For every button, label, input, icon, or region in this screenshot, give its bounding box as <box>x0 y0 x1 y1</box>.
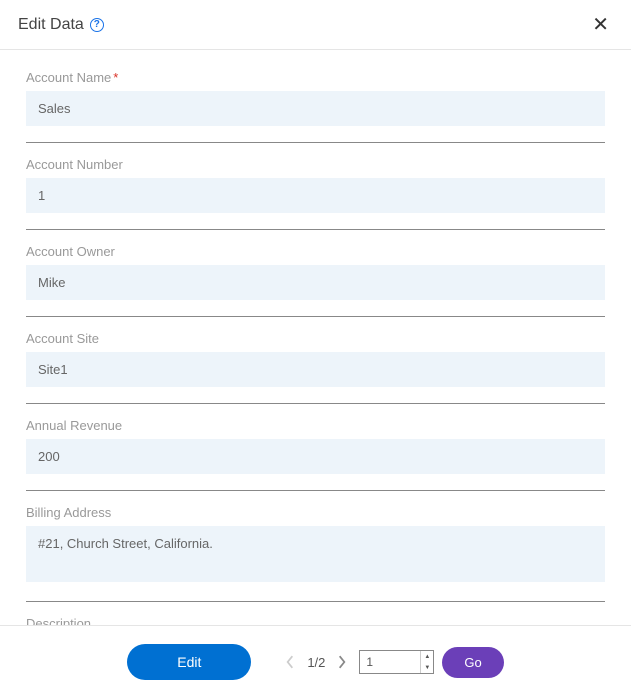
dialog-header: Edit Data ? ✕ <box>0 0 631 50</box>
help-icon[interactable]: ? <box>90 18 104 32</box>
field-label: Account Name* <box>26 70 605 85</box>
form-content: Account Name* Account Number Account Own… <box>0 50 631 625</box>
page-up-icon[interactable]: ▲ <box>421 651 433 662</box>
spinner-buttons: ▲ ▼ <box>420 651 433 673</box>
annual-revenue-input[interactable] <box>26 439 605 474</box>
prev-page-icon[interactable] <box>281 651 299 673</box>
header-left: Edit Data ? <box>18 16 104 34</box>
field-account-name: Account Name* <box>26 70 605 143</box>
field-account-site: Account Site <box>26 331 605 404</box>
field-label: Account Number <box>26 157 605 172</box>
field-description: Description <box>26 616 605 625</box>
page-number-stepper[interactable]: ▲ ▼ <box>359 650 434 674</box>
field-account-number: Account Number <box>26 157 605 230</box>
field-label: Account Owner <box>26 244 605 259</box>
billing-address-input[interactable] <box>26 526 605 582</box>
edit-button[interactable]: Edit <box>127 644 251 680</box>
field-label: Annual Revenue <box>26 418 605 433</box>
dialog-footer: Edit 1/2 ▲ ▼ Go <box>0 625 631 698</box>
go-button[interactable]: Go <box>442 647 503 678</box>
required-star: * <box>113 70 118 85</box>
account-site-input[interactable] <box>26 352 605 387</box>
field-label: Billing Address <box>26 505 605 520</box>
field-account-owner: Account Owner <box>26 244 605 317</box>
account-number-input[interactable] <box>26 178 605 213</box>
pager-text: 1/2 <box>307 655 325 670</box>
field-annual-revenue: Annual Revenue <box>26 418 605 491</box>
field-billing-address: Billing Address <box>26 505 605 602</box>
field-label: Description <box>26 616 91 625</box>
page-down-icon[interactable]: ▼ <box>421 662 433 673</box>
next-page-icon[interactable] <box>333 651 351 673</box>
close-icon[interactable]: ✕ <box>588 12 613 37</box>
pager: 1/2 ▲ ▼ Go <box>281 647 503 678</box>
account-name-input[interactable] <box>26 91 605 126</box>
page-number-input[interactable] <box>360 651 420 673</box>
account-owner-input[interactable] <box>26 265 605 300</box>
label-text: Account Name <box>26 70 111 85</box>
dialog-title: Edit Data <box>18 16 84 34</box>
field-label: Account Site <box>26 331 605 346</box>
